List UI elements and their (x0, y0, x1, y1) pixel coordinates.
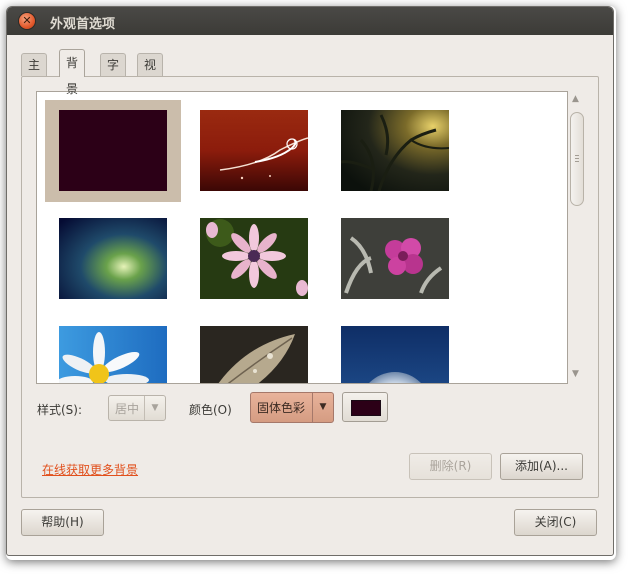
wallpaper-thumb-dry-leaf[interactable] (200, 326, 308, 383)
scrollbar-thumb[interactable] (570, 112, 584, 206)
style-label: 样式(S): (37, 403, 83, 417)
wallpaper-image-pink-flower (341, 218, 449, 299)
wallpaper-thumb-blue-green-light[interactable] (59, 218, 167, 299)
style-dropdown[interactable]: 居中 ▼ (108, 395, 166, 421)
gallery-scrollbar[interactable]: ▲ ▼ (568, 91, 586, 382)
wallpaper-thumb-red-swirl[interactable] (200, 110, 309, 191)
color-picker-button[interactable] (342, 392, 388, 422)
wallpaper-image-pink-daisy (200, 218, 308, 299)
wallpaper-thumb-tree-light[interactable] (340, 110, 450, 192)
wallpaper-gallery[interactable] (36, 91, 568, 384)
add-button[interactable]: 添加(A)... (500, 453, 583, 480)
color-label: 颜色(O) (189, 403, 232, 417)
wallpaper-thumb-white-daisy[interactable] (57, 326, 167, 383)
wallpaper-image-white-daisy (57, 326, 167, 383)
grip-line (575, 161, 579, 162)
appearance-preferences-window: ✕ 外观首选项 主题 背景 字体 视觉效果 (6, 6, 614, 556)
grip-line (575, 155, 579, 156)
wallpaper-image-red-swirl (200, 110, 309, 191)
background-panel: ▲ ▼ 样式(S): 居中 ▼ 颜色(O) 固体色彩 ▼ 在线获取更多背景 删除… (21, 76, 599, 498)
chevron-down-icon: ▼ (312, 393, 333, 422)
more-backgrounds-link[interactable]: 在线获取更多背景 (42, 461, 138, 478)
scroll-up-icon[interactable]: ▲ (572, 94, 579, 104)
wallpaper-thumb-solid-plum[interactable] (45, 100, 181, 202)
window-title: 外观首选项 (50, 17, 116, 32)
tab-visual-effects[interactable]: 视觉效果 (137, 53, 164, 138)
wallpaper-thumb-pink-flower[interactable] (341, 218, 449, 299)
wallpaper-image-dry-leaf (200, 326, 308, 383)
color-mode-value: 固体色彩 (257, 401, 306, 415)
wallpaper-image-blue-green-light (59, 218, 167, 299)
color-swatch (351, 400, 381, 416)
wallpaper-thumb-pink-daisy[interactable] (200, 218, 308, 299)
tab-fonts[interactable]: 字体 (100, 53, 127, 94)
chevron-down-icon: ▼ (144, 396, 165, 420)
close-button[interactable]: 关闭(C) (514, 509, 597, 536)
grip-line (575, 158, 579, 159)
wallpaper-image-tree-light (340, 110, 450, 192)
style-value: 居中 (115, 402, 140, 416)
scroll-down-icon[interactable]: ▼ (572, 369, 579, 379)
wallpaper-thumb-dandelion[interactable] (341, 326, 449, 383)
wallpaper-image-dandelion (341, 326, 449, 383)
tab-theme[interactable]: 主题 (21, 53, 48, 94)
wallpaper-preview (59, 110, 167, 191)
title-bar[interactable]: ✕ 外观首选项 (7, 7, 613, 35)
help-button[interactable]: 帮助(H) (21, 509, 104, 536)
color-mode-dropdown[interactable]: 固体色彩 ▼ (250, 392, 334, 423)
tab-background[interactable]: 背景 (59, 49, 86, 96)
remove-button[interactable]: 删除(R) (409, 453, 492, 480)
close-icon[interactable]: ✕ (19, 13, 35, 29)
